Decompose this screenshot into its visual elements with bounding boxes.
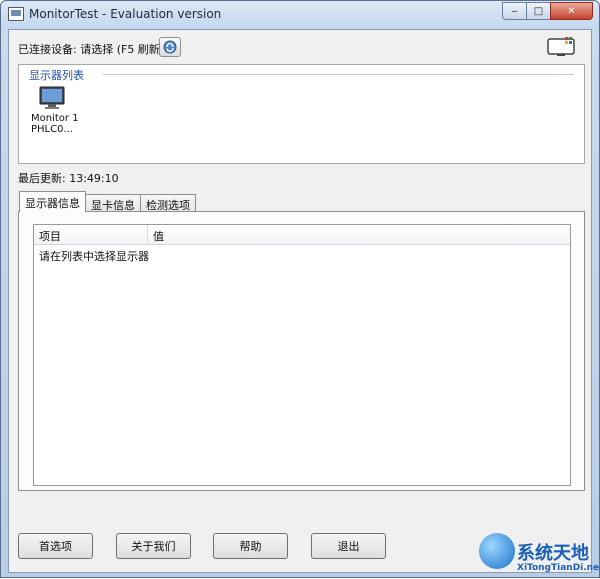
column-header-item[interactable]: 项目 [34,225,148,244]
monitor-info-table[interactable]: 项目 值 请在列表中选择显示器 [33,224,571,486]
monitor-list-panel: 显示器列表 Monitor 1 PHLC0... [18,64,585,164]
exit-button[interactable]: 退出 [311,533,386,559]
monitor-icon [39,86,65,109]
monitor-list-item[interactable]: Monitor 1 PHLC0... [31,85,93,135]
watermark-logo-icon [479,533,515,569]
window-controls: ‒ □ ✕ [502,2,593,20]
title-bar[interactable]: MonitorTest - Evaluation version ‒ □ ✕ [1,1,599,29]
site-watermark: 系统天地 XiTongTianDi.net [479,533,600,579]
watermark-main-text: 系统天地 [517,543,589,564]
table-header: 项目 值 [34,225,570,245]
monitor-test-logo-icon [547,37,575,56]
client-area: 已连接设备: 请选择 (F5 刷新) 显示器列表 Monitor 1 PHLC0… [8,29,592,573]
tab-panel: 项目 值 请在列表中选择显示器 [18,211,585,491]
connected-device-label: 已连接设备: 请选择 (F5 刷新) [18,43,165,56]
monitor-model: PHLC0... [31,124,74,135]
group-title-divider [103,74,574,75]
connection-row: 已连接设备: 请选择 (F5 刷新) [18,41,164,57]
column-header-value[interactable]: 值 [148,225,570,244]
refresh-button[interactable] [159,37,181,57]
close-button[interactable]: ✕ [550,2,593,20]
table-row[interactable]: 请在列表中选择显示器 [34,245,570,267]
monitor-list-title: 显示器列表 [29,67,88,83]
maximize-button[interactable]: □ [526,2,551,20]
help-button[interactable]: 帮助 [213,533,288,559]
about-button[interactable]: 关于我们 [116,533,191,559]
monitor-name: Monitor 1 [31,113,79,124]
preferences-button[interactable]: 首选项 [18,533,93,559]
refresh-icon [163,40,177,54]
tab-strip: 显示器信息 显卡信息 检测选项 [19,191,196,212]
minimize-button[interactable]: ‒ [502,2,527,20]
last-updated-label: 最后更新: 13:49:10 [18,172,119,185]
tab-test-options[interactable]: 检测选项 [140,194,196,212]
tab-monitor-info[interactable]: 显示器信息 [19,191,86,212]
app-window: MonitorTest - Evaluation version ‒ □ ✕ 已… [0,0,600,578]
watermark-sub-text: XiTongTianDi.net [517,563,600,573]
tab-graphics-card-info[interactable]: 显卡信息 [85,194,141,212]
app-icon [8,7,24,21]
window-title: MonitorTest - Evaluation version [29,7,222,21]
